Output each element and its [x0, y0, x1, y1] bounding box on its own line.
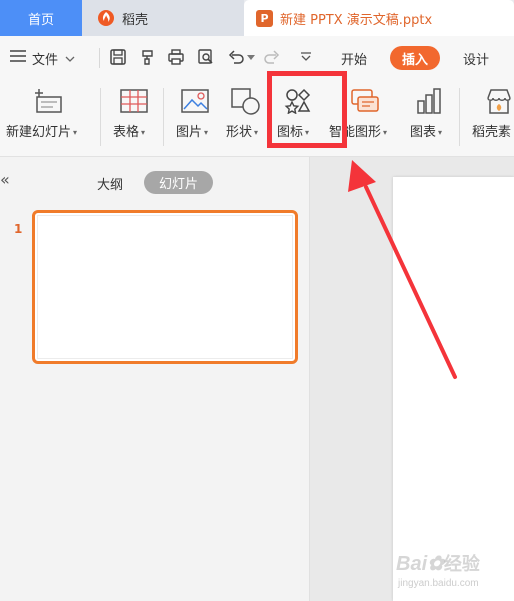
menu-start-label: 开始	[341, 52, 368, 68]
chevron-down-icon	[65, 51, 75, 66]
picture-label: 图片	[176, 125, 203, 140]
print-preview-icon[interactable]	[196, 47, 216, 67]
tab-home-label: 首页	[27, 12, 54, 28]
dropdown-arrow-icon: ▾	[383, 128, 388, 137]
tab-outline[interactable]: 大纲	[97, 174, 123, 193]
dropdown-arrow-icon: ▾	[141, 128, 146, 137]
tab-daoke-label: 稻壳	[122, 12, 149, 28]
tab-document-label: 新建 PPTX 演示文稿.pptx	[280, 12, 433, 28]
new-slide-button[interactable]: 新建幻灯片 ▾	[0, 80, 96, 156]
pptx-file-icon: P	[256, 9, 273, 27]
save-icon[interactable]	[108, 47, 128, 67]
tab-document[interactable]: P 新建 PPTX 演示文稿.pptx	[244, 0, 514, 36]
chart-button[interactable]: 图表 ▾	[406, 80, 452, 156]
daoke-material-label: 稻壳素	[472, 125, 512, 140]
ribbon-separator	[459, 88, 460, 146]
file-menu-label: 文件	[32, 52, 59, 68]
menu-insert-label: 插入	[402, 52, 429, 68]
new-slide-label: 新建幻灯片	[6, 125, 72, 140]
tab-home[interactable]: 首页	[0, 0, 82, 36]
slide-thumbnail-content	[37, 215, 293, 359]
tab-slides[interactable]: 幻灯片	[144, 171, 213, 194]
highlight-box	[267, 71, 347, 148]
shape-icon	[230, 86, 262, 116]
print-icon[interactable]	[166, 47, 186, 67]
chart-label: 图表	[410, 125, 437, 140]
shape-button[interactable]: 形状 ▾	[224, 80, 268, 156]
customize-toolbar-icon[interactable]	[296, 47, 316, 67]
picture-button[interactable]: 图片 ▾	[170, 80, 222, 156]
menu-row: 文件 开始 插入 设计	[0, 36, 514, 80]
slide-number: 1	[14, 222, 23, 236]
daoke-material-button[interactable]: 稻壳素	[466, 80, 514, 156]
dropdown-arrow-icon: ▾	[254, 128, 259, 137]
ribbon-separator	[100, 88, 101, 146]
dropdown-arrow-icon: ▾	[204, 128, 209, 137]
watermark-brand: Bai	[396, 553, 428, 575]
watermark-brand-tail: 经验	[443, 554, 480, 574]
picture-icon	[180, 86, 210, 116]
watermark-url: jingyan.baidu.com	[398, 578, 479, 589]
format-painter-icon[interactable]	[138, 47, 158, 67]
slide-thumbnail[interactable]	[32, 210, 298, 364]
file-menu[interactable]: 文件	[10, 36, 75, 80]
menu-design-label: 设计	[463, 52, 490, 68]
menu-divider	[99, 48, 100, 68]
store-icon	[484, 86, 514, 116]
hamburger-icon	[10, 50, 26, 66]
tab-daoke[interactable]: 稻壳	[82, 0, 244, 36]
undo-icon[interactable]	[226, 47, 246, 67]
tab-bar: 首页 稻壳 P 新建 PPTX 演示文稿.pptx	[0, 0, 514, 36]
table-icon	[119, 86, 149, 116]
ribbon-separator	[163, 88, 164, 146]
collapse-panel-icon[interactable]: «	[0, 170, 10, 189]
menu-insert[interactable]: 插入	[390, 46, 441, 70]
insert-ribbon: 新建幻灯片 ▾ 表格 ▾ 图片 ▾ 形状 ▾ 图标 ▾ 智能图形 ▾ 图表 ▾ …	[0, 80, 514, 157]
redo-icon[interactable]	[262, 47, 282, 67]
table-button[interactable]: 表格 ▾	[106, 80, 158, 156]
dropdown-arrow-icon: ▾	[438, 128, 443, 137]
undo-dropdown-icon[interactable]	[246, 47, 256, 67]
baidu-jingyan-watermark: Bai✿经验 jingyan.baidu.com	[396, 546, 514, 601]
new-slide-icon	[30, 86, 64, 116]
menu-design[interactable]: 设计	[463, 36, 489, 80]
paw-icon: ✿	[427, 553, 444, 575]
dropdown-arrow-icon: ▾	[73, 128, 78, 137]
tab-slides-label: 幻灯片	[158, 177, 198, 192]
shape-label: 形状	[226, 125, 253, 140]
daoke-logo-icon	[98, 10, 114, 26]
chart-icon	[414, 86, 444, 116]
table-label: 表格	[113, 125, 140, 140]
slide-canvas[interactable]	[393, 177, 514, 601]
smart-art-icon	[347, 86, 381, 116]
